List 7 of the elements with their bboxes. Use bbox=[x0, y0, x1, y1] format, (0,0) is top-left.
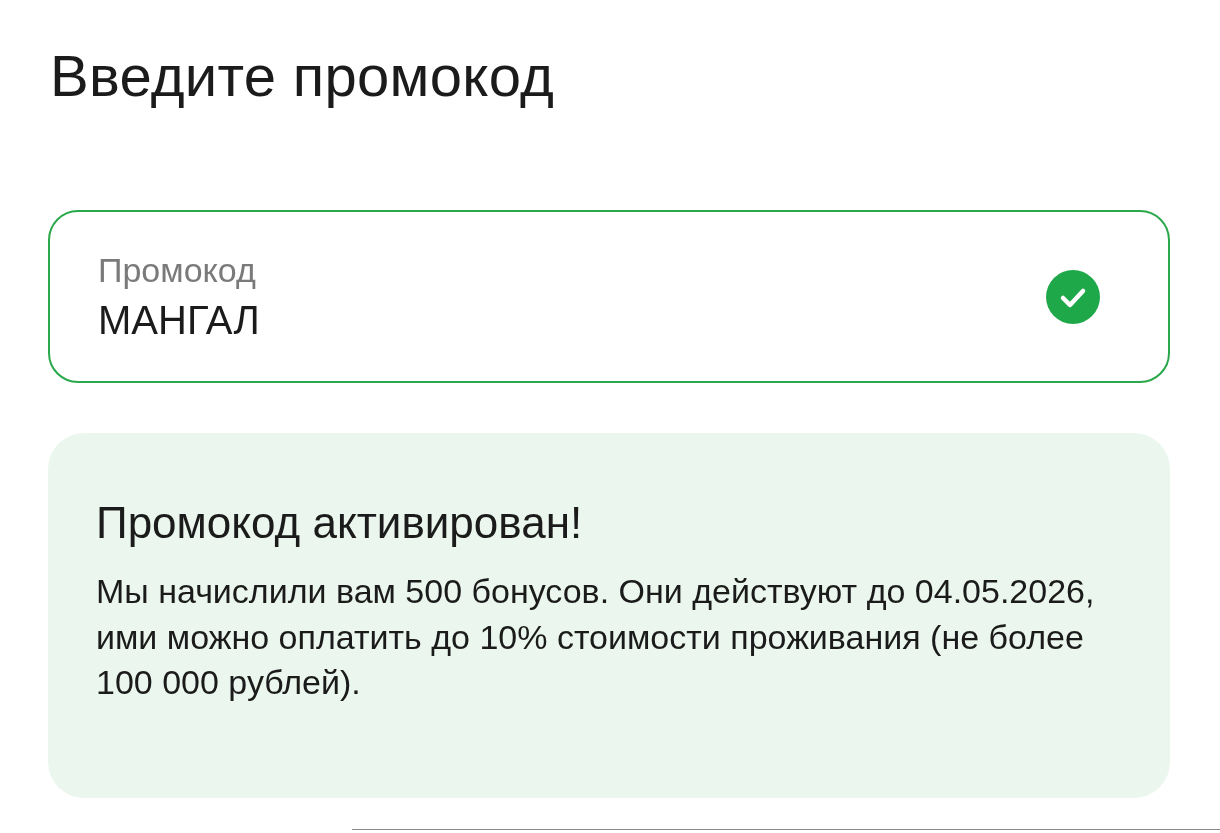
field-value: МАНГАЛ bbox=[98, 296, 261, 344]
message-heading: Промокод активирован! bbox=[96, 497, 584, 549]
check-circle-icon bbox=[1046, 269, 1100, 324]
promo-code-field[interactable]: Промокод МАНГАЛ bbox=[48, 210, 1170, 383]
page-title: Введите промокод bbox=[50, 42, 556, 110]
message-text: Мы начислили вам 500 бонусов. Они действуют до 04.05.2026, ими можно оплатить до 10% стоимости проживания (не более 100 000 рублей). bbox=[96, 571, 1096, 703]
field-label: Промокод bbox=[98, 249, 257, 290]
